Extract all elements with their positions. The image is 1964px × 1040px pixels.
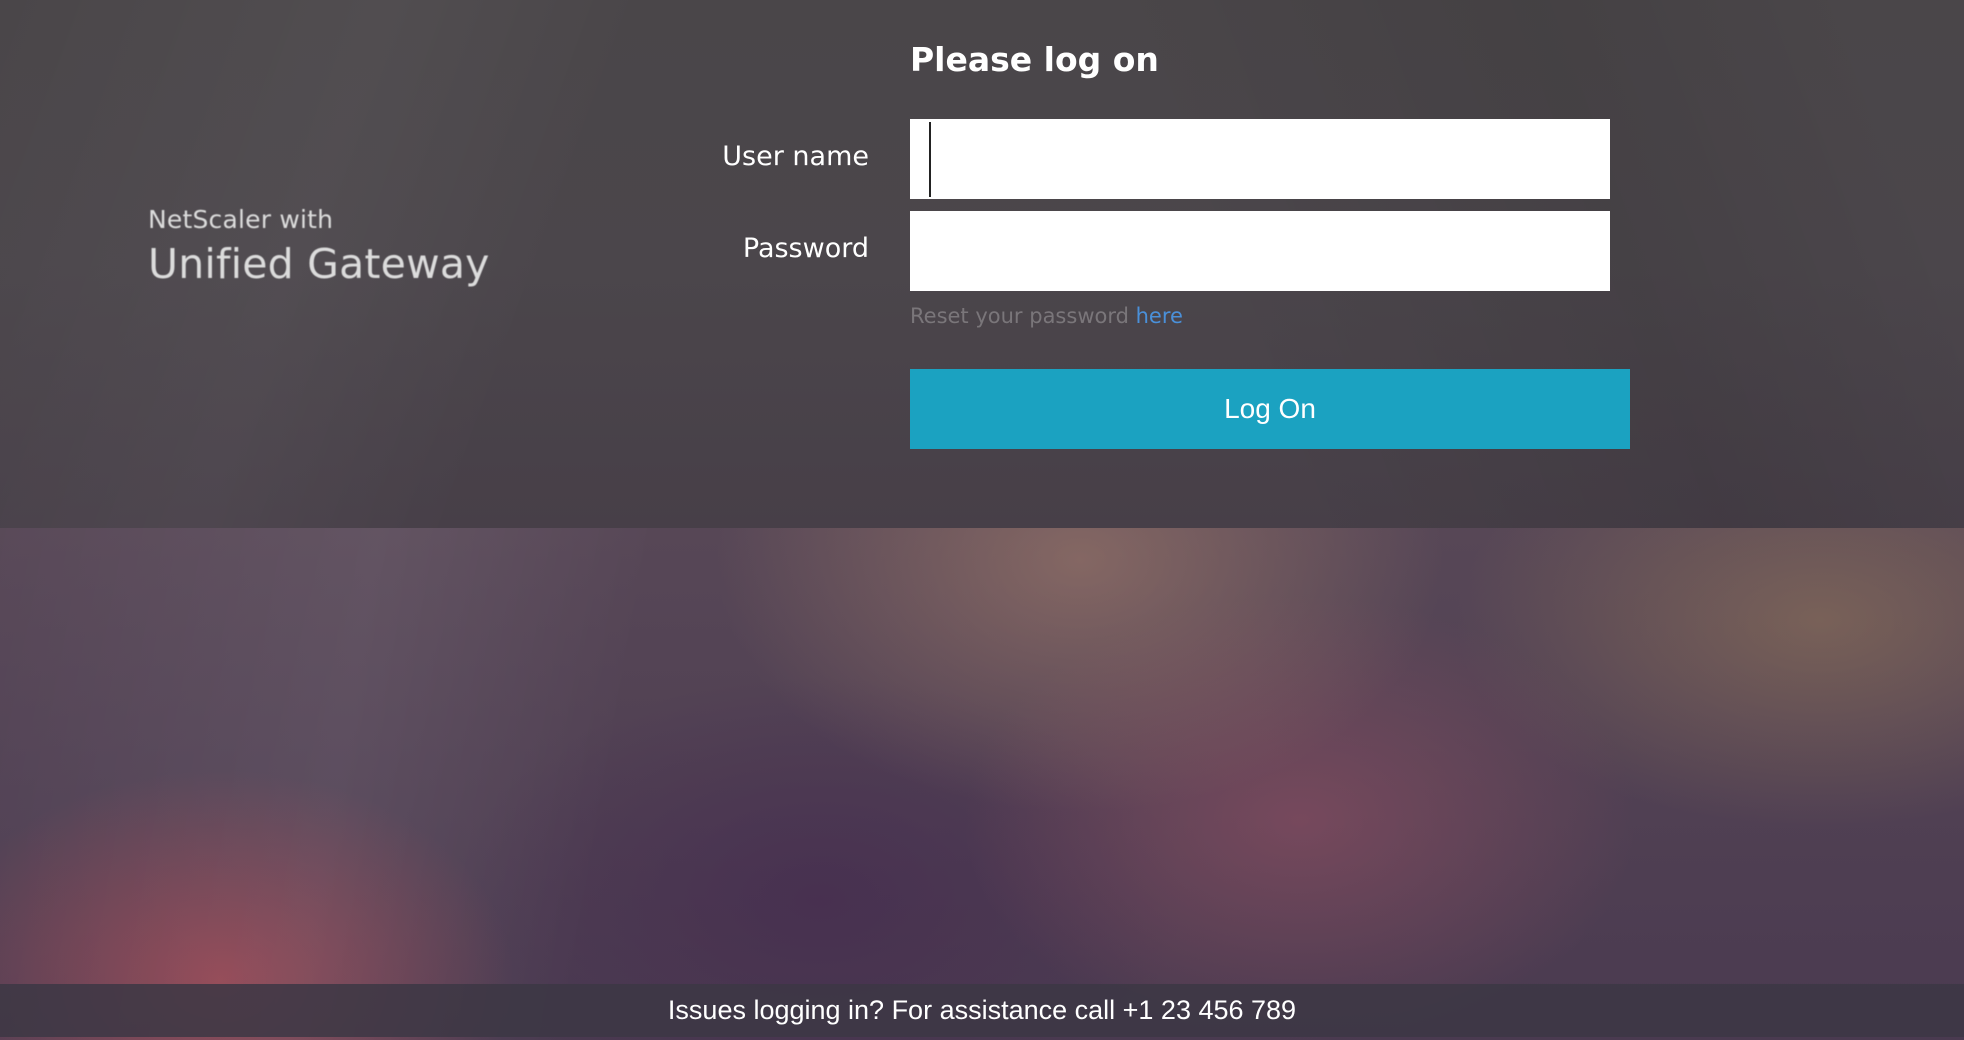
reset-password-label: Reset your password [910,304,1129,328]
brand-title: Unified Gateway [148,240,490,288]
brand-logo: NetScaler with Unified Gateway [148,205,490,288]
username-label: User name [722,141,869,172]
brand-subtitle: NetScaler with [148,205,334,234]
password-input[interactable] [910,211,1610,291]
footer-assistance: Issues logging in? For assistance call +… [0,984,1964,1037]
reset-password-link[interactable]: here [1136,304,1183,328]
text-caret [929,122,931,197]
login-title: Please log on [910,40,1159,79]
username-input[interactable] [910,119,1610,199]
password-label: Password [742,233,869,264]
reset-password-text: Reset your password here [910,304,1183,328]
log-on-button[interactable]: Log On [910,369,1630,449]
